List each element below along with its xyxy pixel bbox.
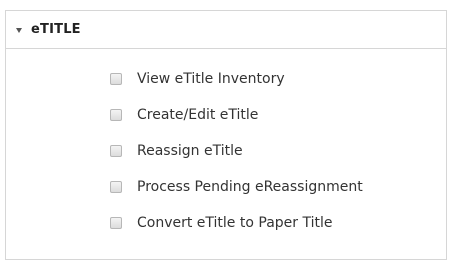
caret-down-icon <box>16 27 22 33</box>
option-process-pending-ereassignment[interactable]: Process Pending eReassignment <box>110 179 363 195</box>
checkbox[interactable] <box>110 73 122 85</box>
option-label: Convert eTitle to Paper Title <box>137 215 333 231</box>
checkbox[interactable] <box>110 145 122 157</box>
option-label: Create/Edit eTitle <box>137 107 259 123</box>
option-label: Reassign eTitle <box>137 143 243 159</box>
option-view-etitle-inventory[interactable]: View eTitle Inventory <box>110 71 285 87</box>
option-convert-etitle-to-paper-title[interactable]: Convert eTitle to Paper Title <box>110 215 332 231</box>
option-label: Process Pending eReassignment <box>137 179 363 195</box>
etitle-panel: eTITLE View eTitle Inventory Create/Edit… <box>5 10 447 260</box>
option-label: View eTitle Inventory <box>137 71 285 87</box>
checkbox[interactable] <box>110 217 122 229</box>
panel-header-toggle[interactable]: eTITLE <box>6 11 446 49</box>
option-reassign-etitle[interactable]: Reassign eTitle <box>110 143 243 159</box>
option-create-edit-etitle[interactable]: Create/Edit eTitle <box>110 107 258 123</box>
checkbox[interactable] <box>110 109 122 121</box>
panel-title: eTITLE <box>31 22 81 37</box>
checkbox[interactable] <box>110 181 122 193</box>
